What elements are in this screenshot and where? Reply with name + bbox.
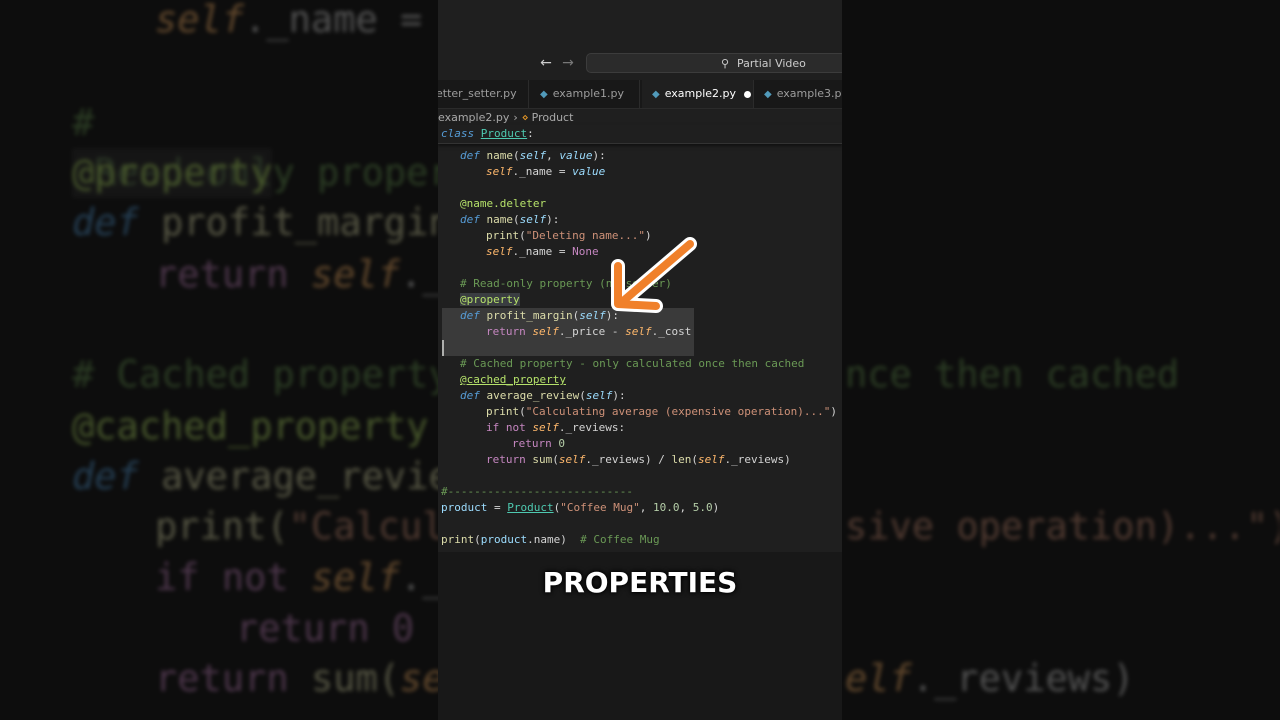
code-line: self._name = None [486,245,599,258]
sticky-line: class Product: [441,126,534,142]
class-name: Product [480,127,528,140]
editor-window: ← → ⚲ Partial Video etter_setter.py ◆ exa… [438,0,842,720]
code-line: @cached_property [460,373,566,386]
code-line: def profit_margin(self): [460,309,619,322]
arrow-right-icon[interactable]: → [559,54,577,72]
command-center-search[interactable]: ⚲ Partial Video [586,53,842,73]
code-line: @property [460,293,520,306]
tab-label: etter_setter.py [438,87,517,100]
code-line: return self._price - self._cost [486,325,692,338]
tab-label: example2.py [664,87,737,100]
code-line: return sum(self._reviews) / len(self._re… [486,453,791,466]
code-editor[interactable]: def name(self, value): self._name = valu… [438,147,842,552]
tab-bar: etter_setter.py ◆ example1.py ◆ example2.p… [438,80,842,109]
code-line: if not self._reviews: [486,421,626,434]
sticky-scroll-header[interactable]: class Product: [438,125,842,144]
chevron-right-icon: › [513,111,518,124]
python-file-icon: ◆ [652,89,660,100]
arrow-left-icon[interactable]: ← [537,54,555,72]
code-line: def name(self, value): [460,149,606,162]
title-bar: ← → ⚲ Partial Video [438,48,842,78]
unsaved-dot-icon [744,90,752,98]
text-cursor [442,340,444,356]
code-line: print(product.name) # Coffee Mug [441,533,660,546]
code-line: return 0 [512,437,565,450]
keyword: class [441,127,475,140]
breadcrumb-symbol[interactable]: Product [532,111,574,124]
tab-example3[interactable]: ◆ example3.py [754,80,842,108]
tab-example1[interactable]: ◆ example1.py [530,80,640,108]
code-line: # Cached property - only calculated once… [460,357,805,370]
python-file-icon: ◆ [764,89,772,100]
class-symbol-icon: ⋄ [521,111,529,124]
tab-etter-setter[interactable]: etter_setter.py [438,80,529,108]
tab-example2[interactable]: ◆ example2.py [642,80,754,108]
breadcrumb: example2.py › ⋄ Product [438,110,573,126]
tab-label: example3.py [776,87,842,100]
punct: : [527,127,534,140]
code-line: product = Product("Coffee Mug", 10.0, 5.… [441,501,720,514]
search-icon: ⚲ [721,57,730,70]
pointer-arrow-icon [611,237,697,313]
code-line: def average_review(self): [460,389,626,402]
search-label: Partial Video [737,57,806,70]
code-line: self._name = value [486,165,606,178]
video-caption: PROPERTIES [542,566,738,599]
code-line: #---------------------------- [441,485,634,498]
python-file-icon: ◆ [540,89,548,100]
tab-label: example1.py [552,87,625,100]
code-line: print("Calculating average (expensive op… [486,405,838,418]
code-line: @name.deleter [460,197,547,210]
code-line: def name(self): [460,213,560,226]
breadcrumb-file[interactable]: example2.py [438,111,509,124]
